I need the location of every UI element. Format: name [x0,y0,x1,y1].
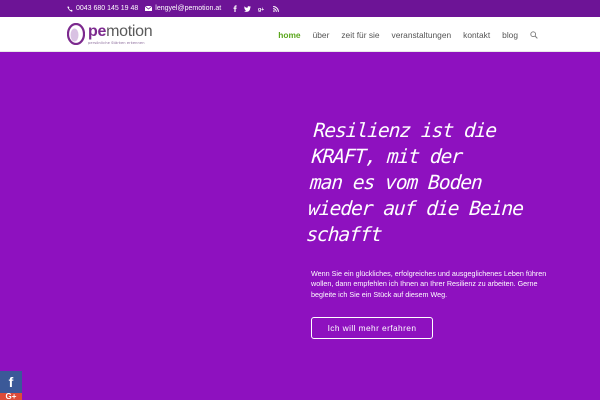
hero-title-line: KRAFT, mit der [311,145,464,168]
hero-title-line: man es vom Boden [309,171,483,194]
google-plus-icon[interactable]: g+ [258,6,266,12]
phone-icon [67,5,73,12]
hero-title: Resilienz ist die KRAFT, mit der man es … [305,118,544,248]
email-address: lengyel@pemotion.at [155,5,222,12]
hero-title-line: Resilienz ist die [312,119,498,142]
google-share-button[interactable]: G+ [0,393,22,400]
phone-number: 0043 680 145 19 48 [76,5,139,12]
svg-text:g+: g+ [258,7,264,12]
nav-item-veranstaltungen[interactable]: veranstaltungen [392,30,452,40]
facebook-icon: f [8,374,14,390]
site-logo[interactable]: pemotion persönliche Stärken erkennen [67,22,153,45]
hero-description: Wenn Sie ein glückliches, erfolgreiches … [311,269,547,299]
nav-item-zeit-fuer-sie[interactable]: zeit für sie [341,30,379,40]
social-links: g+ [233,5,280,12]
envelope-icon [145,6,153,11]
hero-title-line: schafft [305,223,383,246]
google-plus-icon: G+ [5,393,17,400]
learn-more-button[interactable]: Ich will mehr erfahren [311,317,433,339]
hero-title-line: wieder auf die Beine [307,197,524,220]
top-bar: 0043 680 145 19 48 lengyel@pemotion.at g… [0,0,600,17]
site-header: pemotion persönliche Stärken erkennen ho… [0,17,600,52]
phone-contact[interactable]: 0043 680 145 19 48 [67,5,138,12]
twitter-icon[interactable] [244,5,252,12]
share-sidebar: f G+ [0,371,22,400]
nav-item-kontakt[interactable]: kontakt [463,30,490,40]
facebook-icon[interactable] [233,5,237,12]
logo-mark-icon [67,23,85,45]
logo-wordmark: pemotion [88,22,153,40]
search-icon[interactable] [530,30,538,39]
nav-item-ueber[interactable]: über [313,30,330,40]
nav-item-blog[interactable]: blog [502,30,518,40]
rss-icon[interactable] [273,5,280,12]
main-navigation: home über zeit für sie veranstaltungen k… [278,17,538,52]
facebook-share-button[interactable]: f [0,371,22,393]
nav-item-home[interactable]: home [278,30,300,40]
logo-tagline: persönliche Stärken erkennen [88,40,145,45]
email-contact[interactable]: lengyel@pemotion.at [145,5,221,12]
